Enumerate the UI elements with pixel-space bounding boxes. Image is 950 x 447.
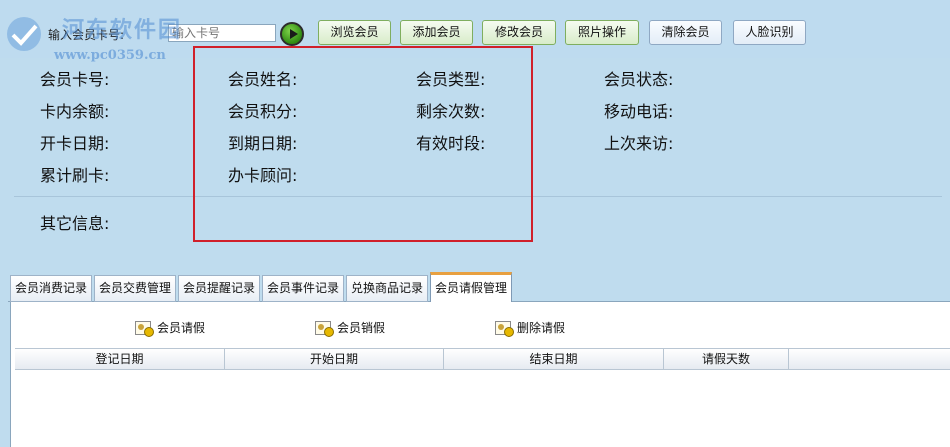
delete-leave-label: 删除请假 <box>517 321 566 335</box>
leave-icon <box>135 320 154 337</box>
photo-operation-button[interactable]: 照片操作 <box>565 20 639 45</box>
leave-grid-header: 登记日期 开始日期 结束日期 请假天数 <box>15 348 950 370</box>
col-register-date[interactable]: 登记日期 <box>15 349 225 369</box>
search-go-button[interactable] <box>280 22 304 46</box>
delete-leave-button[interactable]: 删除请假 <box>495 319 566 337</box>
leave-management-panel: 会员请假 会员销假 删除请假 登记日期 开始日期 结束日期 请假天数 <box>10 302 950 447</box>
edit-member-button[interactable]: 修改会员 <box>482 20 556 45</box>
cancel-leave-button[interactable]: 会员销假 <box>315 319 386 337</box>
other-info-label: 其它信息: <box>40 214 110 233</box>
delete-leave-icon <box>495 320 514 337</box>
tab-leave-management[interactable]: 会员请假管理 <box>430 272 512 303</box>
tab-payment-management[interactable]: 会员交费管理 <box>94 275 176 302</box>
browse-members-button[interactable]: 浏览会员 <box>318 20 391 45</box>
cancel-leave-label: 会员销假 <box>337 321 386 335</box>
member-status-label: 会员状态: <box>604 70 674 89</box>
last-visit-label: 上次来访: <box>604 134 674 153</box>
card-number-input[interactable] <box>168 24 276 42</box>
face-recognition-button[interactable]: 人脸识别 <box>733 20 806 45</box>
total-swipes-label: 累计刷卡: <box>40 166 110 185</box>
add-member-button[interactable]: 添加会员 <box>400 20 473 45</box>
open-date-label: 开卡日期: <box>40 134 110 153</box>
watermark-title: 河东软件园 <box>62 17 183 43</box>
watermark-logo-icon <box>7 17 41 51</box>
watermark-url: www.pc0359.cn <box>54 48 166 63</box>
tab-reminder-records[interactable]: 会员提醒记录 <box>178 275 260 302</box>
tab-event-records[interactable]: 会员事件记录 <box>262 275 344 302</box>
tab-redeem-records[interactable]: 兑换商品记录 <box>346 275 428 302</box>
card-balance-label: 卡内余额: <box>40 102 110 121</box>
col-start-date[interactable]: 开始日期 <box>225 349 444 369</box>
clear-member-button[interactable]: 清除会员 <box>649 20 722 45</box>
highlight-box <box>193 46 533 242</box>
member-card-label: 会员卡号: <box>40 70 110 89</box>
col-leave-days[interactable]: 请假天数 <box>664 349 789 369</box>
col-end-date[interactable]: 结束日期 <box>444 349 664 369</box>
tab-consumption-records[interactable]: 会员消费记录 <box>10 275 92 302</box>
member-leave-label: 会员请假 <box>157 321 206 335</box>
record-tabs: 会员消费记录 会员交费管理 会员提醒记录 会员事件记录 兑换商品记录 会员请假管… <box>8 272 950 303</box>
mobile-phone-label: 移动电话: <box>604 102 674 121</box>
member-leave-button[interactable]: 会员请假 <box>135 319 206 337</box>
cancel-leave-icon <box>315 320 334 337</box>
